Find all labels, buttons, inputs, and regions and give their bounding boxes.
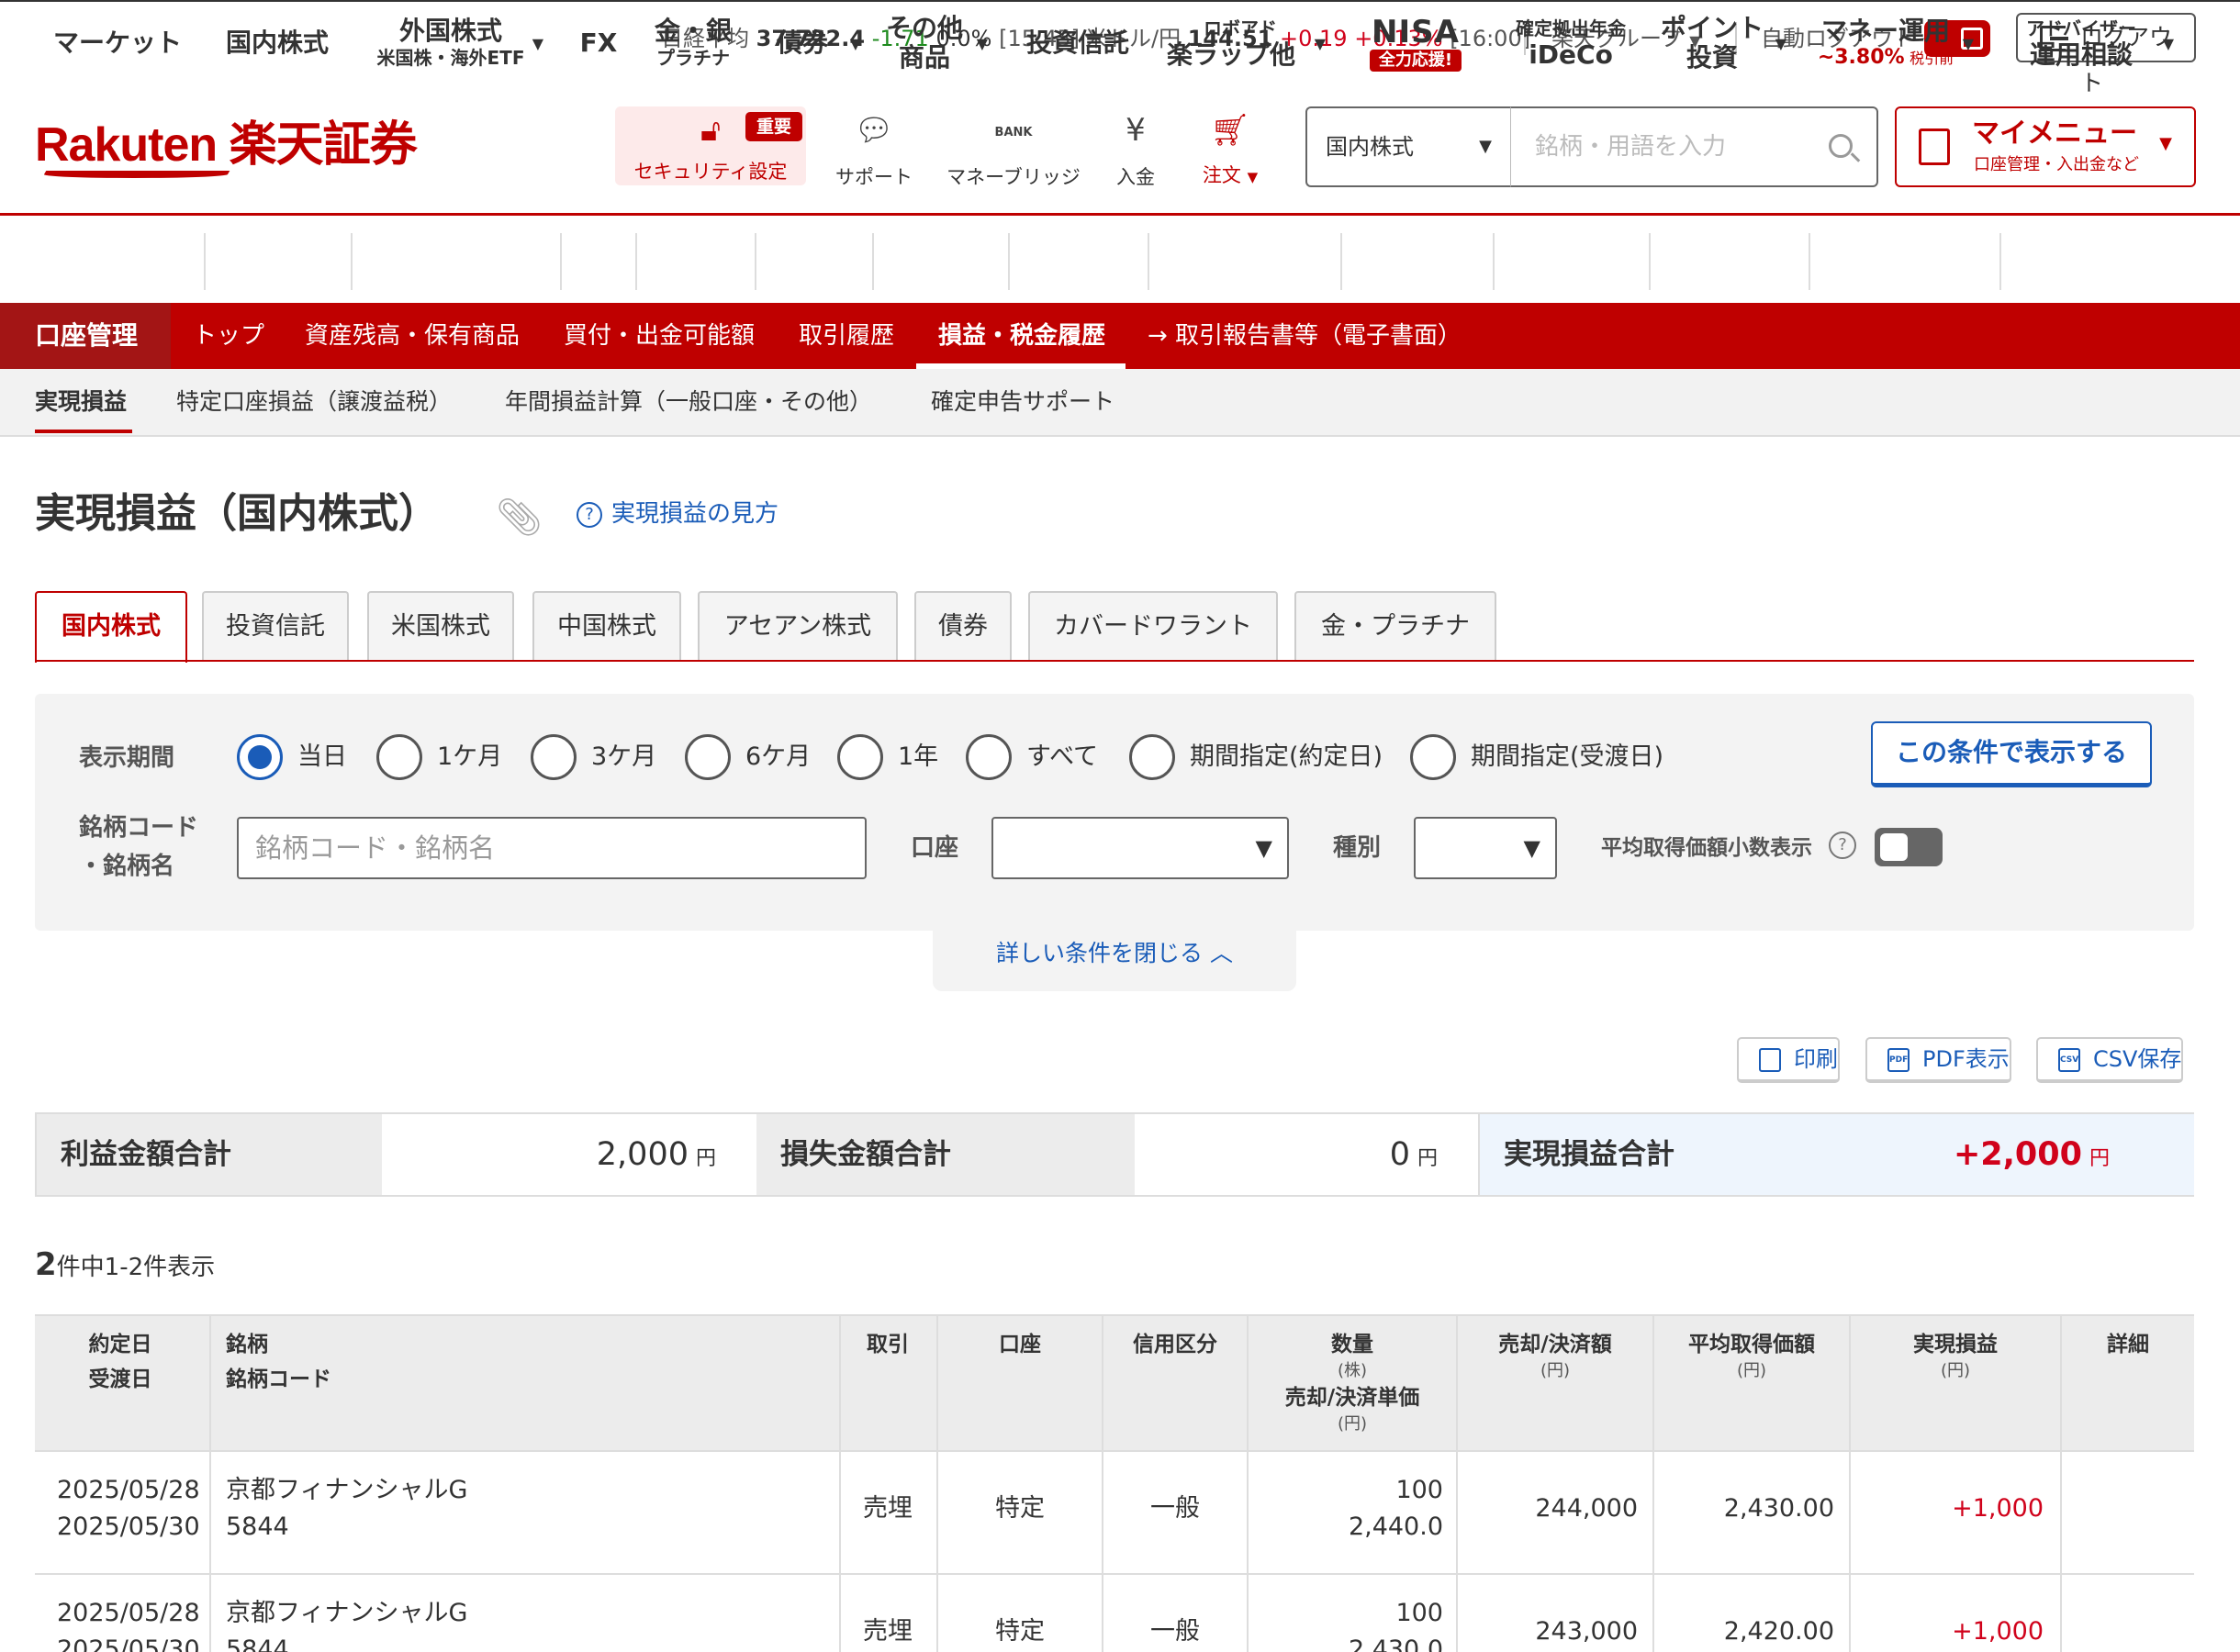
avg-decimal-label: 平均取得価額小数表示: [1601, 836, 1812, 860]
nav-fx[interactable]: FX: [564, 0, 633, 86]
nav-nisa[interactable]: NISA 全力応援!: [1344, 0, 1487, 86]
stock-code-input[interactable]: 銘柄コード・銘柄名: [237, 817, 867, 879]
search-category-select[interactable]: 国内株式 ▼: [1305, 106, 1511, 187]
radio-period-3m[interactable]: 3ケ月: [531, 734, 656, 780]
nav-advisor[interactable]: アドバイザー 運用相談 ▼: [2003, 0, 2178, 86]
deposit-link[interactable]: ¥ 入金: [1102, 108, 1170, 191]
avg-decimal-toggle[interactable]: [1875, 828, 1943, 866]
nav-ideco[interactable]: 確定拠出年金 iDeCo: [1496, 0, 1645, 86]
apply-filter-button[interactable]: この条件で表示する: [1871, 721, 2152, 787]
acct-link-trade-history[interactable]: 取引履歴: [799, 303, 894, 369]
paperclip-icon[interactable]: 📎︎: [496, 496, 543, 539]
help-link[interactable]: ? 実現損益の見方: [577, 496, 778, 532]
chat-icon: 💬︎: [854, 112, 894, 149]
pdf-button[interactable]: PDF PDF表示: [1865, 1037, 2011, 1083]
account-label: 口座: [911, 834, 959, 862]
tab-underline: [35, 660, 2194, 662]
net-total-label: 実現損益合計: [1504, 1138, 1674, 1171]
tab-china-stock[interactable]: 中国株式: [532, 591, 681, 661]
acct-link-buying-power[interactable]: 買付・出金可能額: [564, 303, 755, 369]
acct-link-trade-reports[interactable]: → 取引報告書等（電子書面）: [1148, 303, 1462, 369]
code-label-2: ・銘柄名: [79, 853, 175, 880]
pdf-icon: PDF: [1887, 1048, 1910, 1072]
profit-total-label: 利益金額合計: [37, 1114, 382, 1195]
document-user-icon: [1919, 128, 1950, 165]
stock-name-link[interactable]: 京都フィナンシャルG: [226, 1472, 467, 1509]
stock-name-link[interactable]: 京都フィナンシャルG: [226, 1595, 467, 1632]
radio-period-all[interactable]: すべて: [966, 734, 1098, 780]
important-badge: 重要: [745, 112, 802, 141]
tab-bonds[interactable]: 債券: [914, 591, 1012, 661]
result-count: 2件中1-2件表示: [35, 1246, 216, 1283]
tab-domestic-stock[interactable]: 国内株式: [35, 591, 187, 663]
search-icon[interactable]: [1829, 134, 1853, 158]
page-title: 実現損益（国内株式）: [35, 490, 439, 537]
radio-period-1y[interactable]: 1年: [837, 734, 938, 780]
question-icon[interactable]: ?: [1829, 832, 1856, 859]
nav-bonds[interactable]: 債券 ▼: [758, 0, 865, 86]
bank-transfer-icon: BANK: [994, 126, 1033, 140]
my-menu-button[interactable]: マイメニュー 口座管理・入出金など ▼: [1895, 106, 2196, 187]
nav-money-management[interactable]: マネー運用 ~3.80% 税引前 ▼: [1812, 0, 1977, 86]
sub-tab-bar: 実現損益 特定口座損益（譲渡益税） 年間損益計算（一般口座・その他） 確定申告サ…: [0, 369, 2240, 437]
account-management-bar: 口座管理 トップ 資産残高・保有商品 買付・出金可能額 取引履歴 損益・税金履歴…: [0, 303, 2240, 369]
type-select[interactable]: ▼: [1414, 817, 1557, 879]
account-select[interactable]: ▼: [991, 817, 1289, 879]
chevron-up-icon: ︿: [1209, 940, 1233, 966]
tab-covered-warrant[interactable]: カバードワラント: [1028, 591, 1278, 661]
subtab-tax-return-support[interactable]: 確定申告サポート: [931, 369, 1114, 435]
tab-asean-stock[interactable]: アセアン株式: [698, 591, 898, 661]
acct-link-assets[interactable]: 資産残高・保有商品: [305, 303, 520, 369]
radio-period-settle-date[interactable]: 期間指定(受渡日): [1410, 734, 1663, 780]
header-divider: [0, 213, 2240, 216]
nav-market[interactable]: マーケット: [35, 0, 200, 86]
type-label: 種別: [1333, 834, 1382, 862]
csv-icon: CSV: [2058, 1048, 2080, 1072]
yen-deposit-icon: ¥: [1126, 112, 1146, 149]
nav-domestic-stock[interactable]: 国内株式: [207, 0, 347, 86]
search-input[interactable]: 銘柄・用語を入力: [1511, 106, 1878, 187]
collapse-conditions-button[interactable]: 詳しい条件を閉じる ︿: [933, 927, 1296, 991]
tab-us-stock[interactable]: 米国株式: [367, 591, 514, 661]
order-menu[interactable]: 🛒︎ 注文 ▼: [1186, 108, 1274, 191]
nav-investment-trust[interactable]: 投資信託: [1012, 0, 1144, 86]
period-label: 表示期間: [79, 744, 175, 772]
cart-icon: 🛒︎: [1210, 112, 1250, 149]
acct-link-pl-tax-history[interactable]: 損益・税金履歴: [938, 303, 1105, 369]
nav-foreign-stock[interactable]: 外国株式 米国株・海外ETF ▼: [354, 0, 547, 86]
nav-other-products[interactable]: その他 商品 ▼: [876, 0, 991, 86]
support-link[interactable]: 💬︎ サポート: [826, 108, 922, 191]
loss-total-value: 0円: [1389, 1136, 1438, 1173]
loss-total-label: 損失金額合計: [756, 1114, 1135, 1195]
profit-total-value: 2,000 円: [596, 1136, 716, 1173]
subtab-specific-account-pl[interactable]: 特定口座損益（譲渡益税）: [176, 369, 452, 435]
question-icon: ?: [577, 502, 602, 528]
net-total-value: +2,000 円: [1953, 1136, 2110, 1173]
tab-investment-trust[interactable]: 投資信託: [202, 591, 349, 661]
radio-period-today[interactable]: 当日: [237, 734, 347, 780]
nav-gold-silver[interactable]: 金・銀 プラチナ: [639, 0, 747, 86]
radio-period-trade-date[interactable]: 期間指定(約定日): [1129, 734, 1383, 780]
summary-panel: 利益金額合計 2,000 円 損失金額合計 0円 実現損益合計 +2,000 円: [35, 1112, 2194, 1197]
active-subtab-indicator: [35, 430, 132, 433]
csv-button[interactable]: CSV CSV保存: [2036, 1037, 2184, 1083]
radio-period-6m[interactable]: 6ケ月: [685, 734, 811, 780]
code-label: 銘柄コード: [79, 814, 199, 842]
table-row: 2025/05/28 2025/05/30 京都フィナンシャルG 5844 売埋…: [35, 1452, 2194, 1575]
nav-robo-advisor[interactable]: ロボアド 楽ラップ他 ▼: [1151, 0, 1329, 86]
table-header: 約定日 受渡日 銘柄 銘柄コード 取引 口座 信用区分 数量 (株) 売却/決済単価 (円…: [35, 1314, 2194, 1452]
nav-point-investment[interactable]: ポイント 投資 ▼: [1652, 0, 1790, 86]
net-total-cell: 実現損益合計 +2,000 円: [1478, 1114, 2194, 1195]
printer-icon: [1759, 1048, 1781, 1072]
acct-link-top[interactable]: トップ: [193, 303, 264, 369]
tab-gold-platinum[interactable]: 金・プラチナ: [1294, 591, 1496, 661]
subtab-realized-pl[interactable]: 実現損益: [35, 369, 127, 435]
radio-period-1m[interactable]: 1ケ月: [376, 734, 502, 780]
account-management-title[interactable]: 口座管理: [0, 303, 171, 369]
table-row: 2025/05/28 2025/05/30 京都フィナンシャルG 5844 売埋…: [35, 1575, 2194, 1652]
subtab-annual-pl[interactable]: 年間損益計算（一般口座・その他）: [505, 369, 872, 435]
money-bridge-link[interactable]: BANK マネーブリッジ: [940, 108, 1087, 191]
print-button[interactable]: 印刷: [1737, 1037, 1840, 1083]
